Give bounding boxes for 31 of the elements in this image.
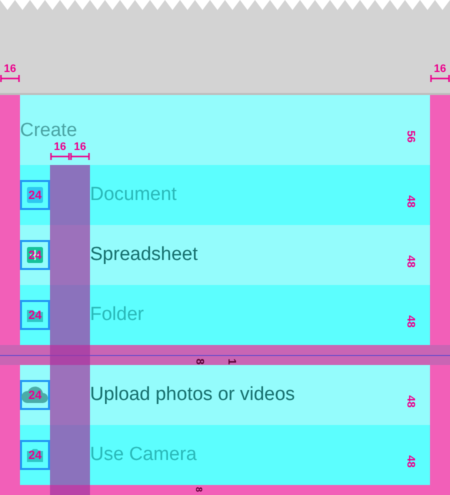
item-label: Document — [90, 182, 177, 207]
document-icon — [25, 185, 45, 205]
dimension-label: 8 — [194, 358, 205, 365]
item-label: Folder — [90, 302, 144, 327]
dimension-label: 48 — [404, 455, 416, 468]
dimension-label: 24 — [28, 449, 42, 461]
dimension-label: 16 — [54, 142, 66, 153]
dimension-label: 24 — [28, 309, 42, 321]
dimension-label: 48 — [404, 395, 416, 408]
measure-bracket-icon — [0, 75, 20, 82]
dimension-label: 1 — [226, 358, 237, 365]
dimension-label: 48 — [404, 195, 416, 208]
item-label: Use Camera — [90, 442, 197, 467]
item-label: Upload photos or videos — [90, 382, 295, 407]
dimension-label: 56 — [404, 130, 416, 143]
item-label: Spreadsheet — [90, 242, 198, 267]
dimension-label: 16 — [74, 142, 86, 153]
sheet-title: Create — [20, 118, 78, 142]
dimension-label: 48 — [404, 315, 416, 328]
sheet-item[interactable]: 24 Document 48 — [20, 165, 430, 225]
dimension-label: 16 — [4, 64, 16, 75]
cloud-icon — [20, 385, 50, 405]
dimension-label: 48 — [404, 255, 416, 268]
sheet-item[interactable]: 24 Folder 48 — [20, 285, 430, 345]
sheet-item[interactable]: 24 Use Camera 48 — [20, 425, 430, 485]
dimension-label: 24 — [28, 389, 42, 401]
sheet-item[interactable]: 24 Upload photos or videos 48 — [20, 365, 430, 425]
dimension-label: 8 — [194, 487, 203, 492]
dimension-label: 24 — [28, 189, 42, 201]
dimension-label: 16 — [434, 64, 446, 75]
measure-bracket-icon — [430, 75, 450, 82]
